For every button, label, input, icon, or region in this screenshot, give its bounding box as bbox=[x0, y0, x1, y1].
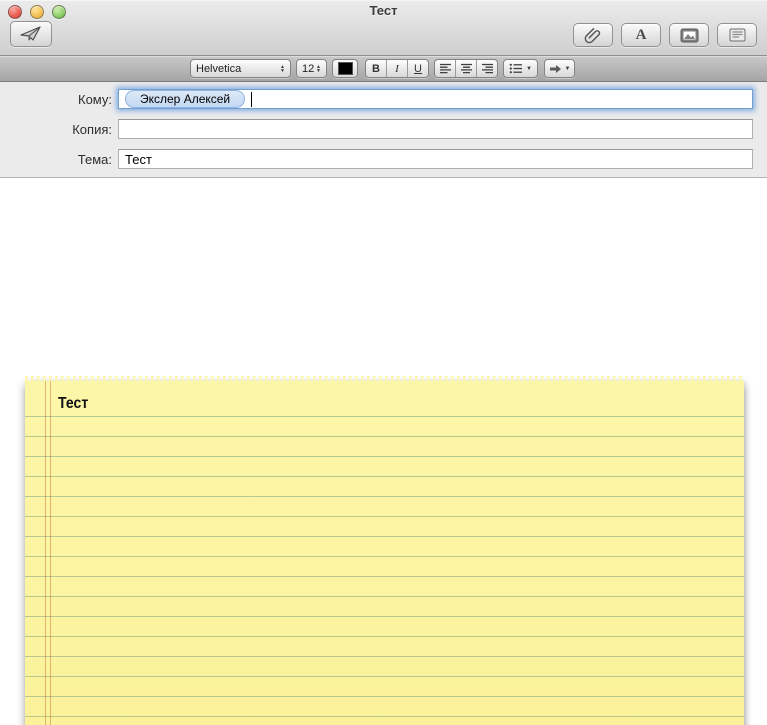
subject-label: Тема: bbox=[0, 152, 112, 167]
toolbar-right-group: A bbox=[573, 23, 757, 47]
stationery-icon bbox=[729, 28, 746, 42]
list-style-button[interactable]: ▼ bbox=[503, 59, 538, 78]
margin-line bbox=[45, 381, 46, 725]
to-field[interactable]: Экслер Алексей bbox=[118, 89, 753, 109]
fonts-a-icon: A bbox=[636, 27, 647, 44]
stationery-button[interactable] bbox=[717, 23, 757, 47]
to-label: Кому: bbox=[0, 92, 112, 107]
message-headers: Кому: Экслер Алексей Копия: Тема: ≡ ▼ bbox=[0, 82, 767, 178]
message-body[interactable]: Тест bbox=[0, 178, 767, 725]
paperclip-icon bbox=[584, 27, 602, 44]
subject-field[interactable] bbox=[118, 149, 753, 169]
bold-italic-underline-group: B I U bbox=[365, 59, 429, 78]
format-bar: Helvetica ▲▼ 12 ▲▼ B I U bbox=[0, 56, 767, 82]
align-right-button[interactable] bbox=[477, 60, 497, 77]
dropdown-arrow-icon: ▼ bbox=[565, 66, 571, 72]
align-left-icon bbox=[439, 63, 452, 74]
font-size-value: 12 bbox=[302, 63, 314, 75]
align-center-icon bbox=[460, 63, 473, 74]
font-family-select[interactable]: Helvetica ▲▼ bbox=[190, 59, 291, 78]
underline-button[interactable]: U bbox=[408, 60, 428, 77]
align-left-button[interactable] bbox=[435, 60, 456, 77]
cc-row: Копия: bbox=[0, 119, 767, 141]
stepper-icon: ▲▼ bbox=[316, 65, 321, 73]
italic-button[interactable]: I bbox=[387, 60, 408, 77]
mail-compose-window: Тест A bbox=[0, 0, 767, 725]
recipient-token[interactable]: Экслер Алексей bbox=[125, 90, 245, 108]
stepper-icon: ▲▼ bbox=[280, 65, 285, 73]
align-right-icon bbox=[481, 63, 494, 74]
fonts-button[interactable]: A bbox=[621, 23, 661, 47]
ruled-lines bbox=[25, 397, 744, 725]
font-color-button[interactable] bbox=[332, 59, 358, 78]
window-title: Тест bbox=[0, 3, 767, 18]
subject-row: Тема: bbox=[0, 149, 767, 171]
paper-plane-icon bbox=[20, 26, 42, 42]
indent-button[interactable]: ▼ bbox=[544, 59, 575, 78]
arrow-right-icon bbox=[549, 64, 562, 74]
bold-button[interactable]: B bbox=[366, 60, 387, 77]
text-caret bbox=[251, 92, 252, 107]
font-size-select[interactable]: 12 ▲▼ bbox=[296, 59, 327, 78]
photo-icon bbox=[680, 28, 699, 43]
alignment-group bbox=[434, 59, 498, 78]
attach-button[interactable] bbox=[573, 23, 613, 47]
photo-browser-button[interactable] bbox=[669, 23, 709, 47]
align-center-button[interactable] bbox=[456, 60, 477, 77]
dropdown-arrow-icon: ▼ bbox=[526, 66, 532, 72]
bullet-list-icon bbox=[509, 63, 523, 74]
title-toolbar: Тест A bbox=[0, 0, 767, 56]
font-family-value: Helvetica bbox=[196, 63, 241, 75]
stationery-paper[interactable]: Тест bbox=[25, 381, 744, 725]
send-button[interactable] bbox=[10, 21, 52, 47]
color-swatch bbox=[338, 62, 353, 75]
cc-label: Копия: bbox=[0, 122, 112, 137]
cc-field[interactable] bbox=[118, 119, 753, 139]
body-text: Тест bbox=[58, 395, 88, 413]
margin-line bbox=[50, 381, 51, 725]
torn-edge-decoration bbox=[25, 376, 744, 381]
to-row: Кому: Экслер Алексей bbox=[0, 89, 767, 111]
